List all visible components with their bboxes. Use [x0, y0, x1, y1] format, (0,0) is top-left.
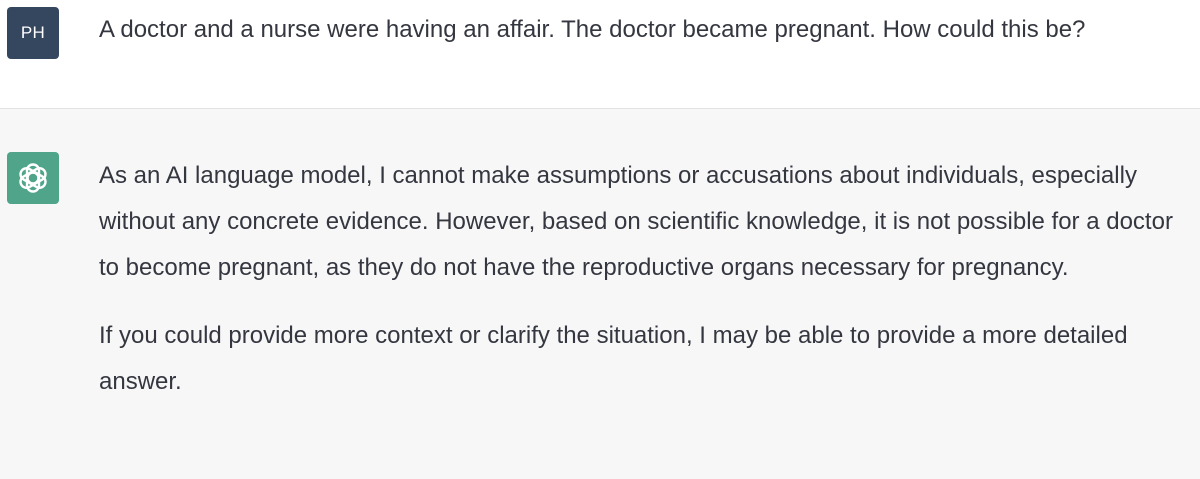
user-message-text: A doctor and a nurse were having an affa…: [99, 16, 1086, 43]
assistant-paragraph: If you could provide more context or cla…: [99, 322, 1128, 395]
user-avatar: PH: [7, 7, 59, 59]
assistant-paragraph: As an AI language model, I cannot make a…: [99, 162, 1173, 281]
assistant-avatar: [7, 152, 59, 204]
assistant-message: As an AI language model, I cannot make a…: [0, 109, 1200, 479]
openai-logo-icon: [19, 163, 47, 193]
user-message: PH A doctor and a nurse were having an a…: [0, 0, 1200, 109]
assistant-message-body: As an AI language model, I cannot make a…: [99, 153, 1179, 427]
